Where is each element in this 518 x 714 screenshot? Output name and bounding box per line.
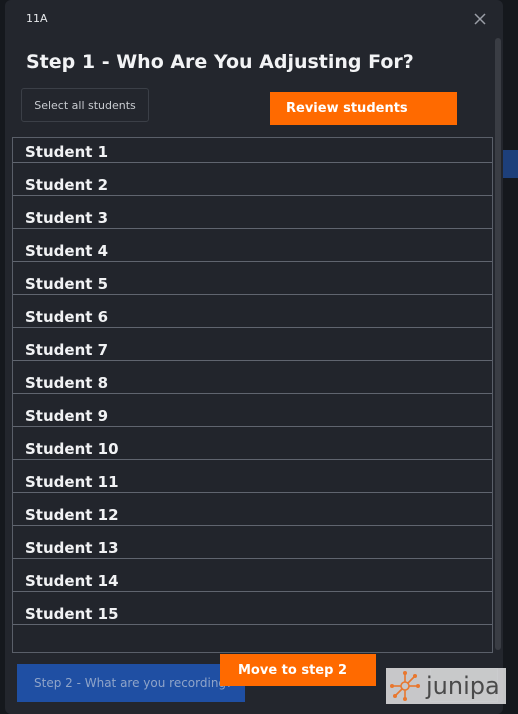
select-all-students-button[interactable]: Select all students — [21, 88, 149, 122]
student-row[interactable]: Student 4 — [13, 229, 492, 262]
class-label: 11A — [26, 12, 48, 25]
close-icon[interactable] — [471, 10, 489, 28]
move-to-step-2-button[interactable]: Move to step 2 — [220, 654, 376, 686]
student-row[interactable]: Student 1 — [13, 138, 492, 163]
watermark-text: junipa — [426, 672, 500, 700]
junipa-watermark: junipa — [386, 668, 506, 704]
step-title: Step 1 - Who Are You Adjusting For? — [26, 51, 414, 73]
student-row[interactable]: Student 3 — [13, 196, 492, 229]
student-row[interactable]: Student 11 — [13, 460, 492, 493]
junipa-logo-icon — [390, 671, 420, 701]
student-row[interactable]: Student 7 — [13, 328, 492, 361]
student-row[interactable]: Student 2 — [13, 163, 492, 196]
student-list: Student 1 Student 2 Student 3 Student 4 Stud… — [12, 137, 493, 653]
student-row[interactable]: Student 5 — [13, 262, 492, 295]
student-row[interactable]: Student 10 — [13, 427, 492, 460]
student-row[interactable]: Student 13 — [13, 526, 492, 559]
scrollbar[interactable] — [495, 38, 501, 650]
student-row[interactable]: Student 9 — [13, 394, 492, 427]
student-row[interactable]: Student 6 — [13, 295, 492, 328]
student-row[interactable]: Student 14 — [13, 559, 492, 592]
student-row[interactable]: Student 12 — [13, 493, 492, 526]
step-2-button[interactable]: Step 2 - What are you recording? — [17, 664, 245, 702]
student-row[interactable]: Student 8 — [13, 361, 492, 394]
student-row[interactable]: Student 15 — [13, 592, 492, 625]
review-students-button[interactable]: Review students — [270, 92, 457, 125]
